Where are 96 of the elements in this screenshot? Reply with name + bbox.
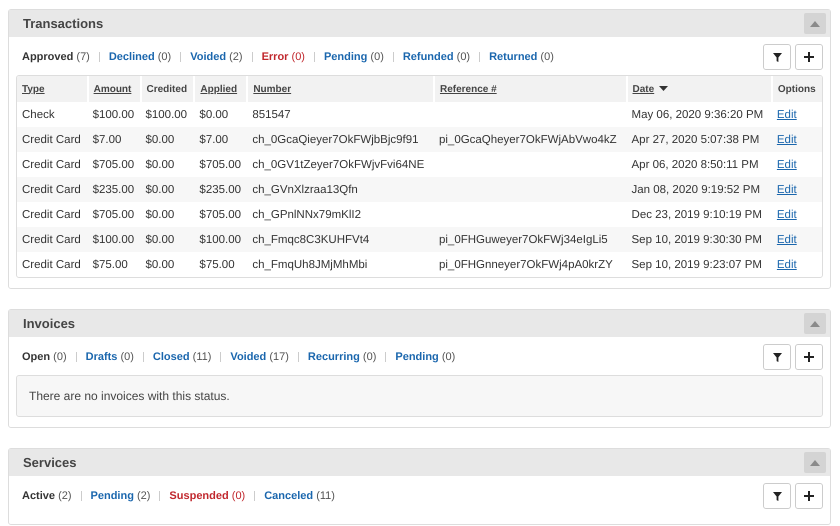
table-cell: $100.00: [92, 234, 134, 246]
status-filter-link[interactable]: Declined (0): [108, 51, 172, 63]
status-filter-link[interactable]: Closed (11): [152, 351, 212, 363]
column-header[interactable]: Applied: [194, 76, 248, 102]
table-cell: $235.00: [199, 184, 241, 196]
table-cell: $705.00: [92, 158, 134, 170]
table-cell: $0.00: [146, 208, 174, 220]
table-cell: $100.00: [92, 108, 134, 120]
status-filter-link[interactable]: Voided (2): [190, 51, 243, 63]
status-filter-link[interactable]: Active (2): [22, 490, 72, 502]
status-filter-link[interactable]: Suspended (0): [169, 490, 246, 502]
table-cell: May 06, 2020 9:36:20 PM: [632, 108, 764, 120]
table-cell: $100.00: [199, 234, 241, 246]
filter-button[interactable]: [763, 483, 791, 509]
table-cell: $0.00: [146, 258, 174, 270]
filter-icon: [772, 492, 782, 500]
table-cell: Apr 27, 2020 5:07:38 PM: [632, 134, 760, 146]
triangle-up-icon: [810, 20, 820, 26]
status-filter-link[interactable]: Pending (0): [324, 51, 384, 63]
filter-icon: [772, 52, 782, 62]
table-cell: Credit Card: [22, 134, 81, 146]
plus-icon: [804, 52, 814, 62]
status-filter-link[interactable]: Drafts (0): [86, 351, 134, 363]
table-cell: $705.00: [199, 158, 241, 170]
empty-message: There are no invoices with this status.: [16, 375, 823, 417]
table-cell: $0.00: [146, 184, 174, 196]
table-cell: ch_Fmqc8C3KUHFVt4: [252, 234, 370, 246]
filter-button[interactable]: [763, 44, 791, 70]
edit-link[interactable]: Edit: [776, 158, 797, 170]
status-filter-link[interactable]: Approved (7): [22, 51, 90, 63]
edit-link[interactable]: Edit: [776, 184, 797, 196]
table-cell: $0.00: [199, 108, 228, 120]
table-cell: ch_0GcaQieyer7OkFWjbBjc9f91: [252, 134, 419, 146]
table-cell: Credit Card: [22, 208, 81, 220]
table-cell: pi_0FHGuweyer7OkFWj34eIgLi5: [438, 234, 608, 246]
status-filter-link[interactable]: Recurring (0): [308, 351, 376, 363]
column-header[interactable]: Amount: [88, 76, 140, 102]
table-cell: 851547: [252, 108, 291, 120]
column-header: Credited: [140, 76, 194, 102]
edit-link[interactable]: Edit: [776, 258, 797, 270]
table-cell: Credit Card: [22, 234, 81, 246]
panel-title: Transactions: [23, 16, 104, 31]
column-header[interactable]: Date: [626, 76, 772, 102]
table-cell: ch_0GV1tZeyer7OkFWjvFvi64NE: [252, 158, 424, 170]
edit-link[interactable]: Edit: [776, 234, 797, 246]
table-cell: $75.00: [199, 258, 235, 270]
edit-link[interactable]: Edit: [776, 108, 797, 120]
edit-link[interactable]: Edit: [776, 134, 797, 146]
table-cell: ch_GVnXlzraa13Qfn: [252, 184, 358, 196]
table-cell: $235.00: [92, 184, 134, 196]
table-cell: Check: [22, 108, 55, 120]
table-cell: Jan 08, 2020 9:19:52 PM: [632, 184, 760, 196]
table-cell: $0.00: [146, 234, 174, 246]
table-cell: $100.00: [146, 108, 188, 120]
status-filter-link[interactable]: Returned (0): [489, 51, 554, 63]
table-cell: ch_GPnlNNx79mKlI2: [252, 208, 361, 220]
table-cell: ch_FmqUh8JMjMhMbi: [252, 258, 368, 270]
column-header: Options: [772, 76, 822, 102]
status-filter-link[interactable]: Refunded (0): [402, 51, 470, 63]
column-header[interactable]: Type: [17, 76, 88, 102]
table-cell: pi_0FHGnneyer7OkFWj4pA0krZY: [438, 258, 613, 270]
table-cell: Sep 10, 2019 9:30:30 PM: [632, 234, 762, 246]
table-cell: $75.00: [92, 258, 128, 270]
status-filter-link[interactable]: Voided (17): [230, 351, 289, 363]
status-filter-link[interactable]: Pending (2): [90, 490, 150, 502]
status-filter-link[interactable]: Error (0): [262, 51, 305, 63]
triangle-up-icon: [810, 460, 820, 466]
table-cell: Credit Card: [22, 258, 81, 270]
table-cell: Credit Card: [22, 158, 81, 170]
column-header[interactable]: Reference #: [434, 76, 627, 102]
column-header[interactable]: Number: [247, 76, 434, 102]
add-button[interactable]: [795, 44, 823, 70]
table-cell: $7.00: [92, 134, 122, 146]
panel-title: Services: [23, 455, 76, 470]
table-cell: $0.00: [146, 134, 174, 146]
add-button[interactable]: [795, 483, 823, 509]
status-filter-link[interactable]: Canceled (11): [264, 490, 335, 502]
table-cell: $705.00: [92, 208, 134, 220]
panel-title: Invoices: [23, 316, 76, 331]
table-cell: Sep 10, 2019 9:23:07 PM: [632, 258, 762, 270]
triangle-up-icon: [810, 320, 820, 326]
table-cell: pi_0GcaQheyer7OkFWjAbVwo4kZ: [438, 134, 617, 146]
add-button[interactable]: [795, 344, 823, 370]
table-cell: $705.00: [199, 208, 241, 220]
table-cell: $0.00: [146, 158, 174, 170]
table-cell: $7.00: [199, 134, 228, 146]
filter-icon: [772, 352, 782, 362]
table-cell: Apr 06, 2020 8:50:11 PM: [632, 158, 759, 170]
status-filter-link[interactable]: Pending (0): [395, 351, 456, 363]
filter-button[interactable]: [763, 344, 791, 370]
plus-icon: [804, 352, 814, 362]
plus-icon: [804, 491, 814, 501]
edit-link[interactable]: Edit: [776, 208, 797, 220]
status-filter-link[interactable]: Open (0): [22, 351, 67, 363]
table-cell: Dec 23, 2019 9:10:19 PM: [632, 208, 762, 220]
table-cell: Credit Card: [22, 184, 81, 196]
